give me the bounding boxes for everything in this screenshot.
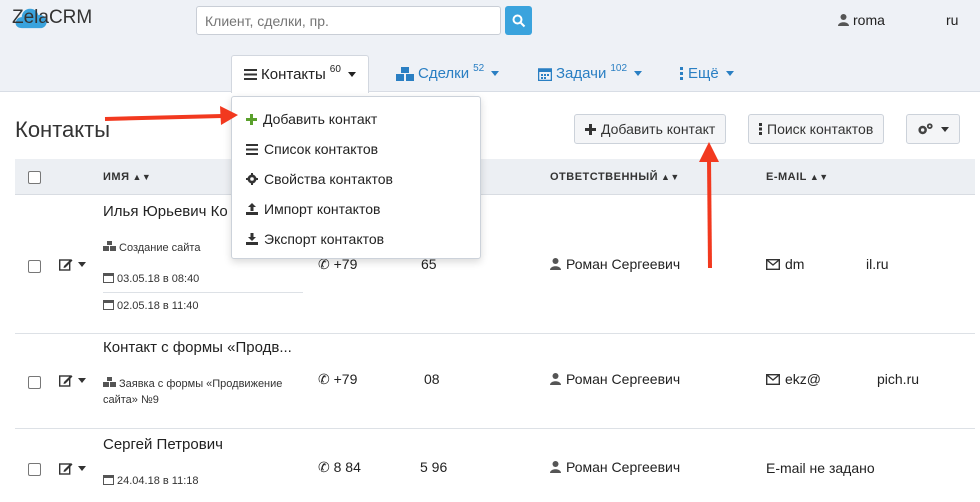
arrow-to-dropdown-item bbox=[104, 106, 238, 125]
annotation-arrows bbox=[104, 106, 719, 269]
arrow-to-add-button bbox=[699, 142, 719, 269]
